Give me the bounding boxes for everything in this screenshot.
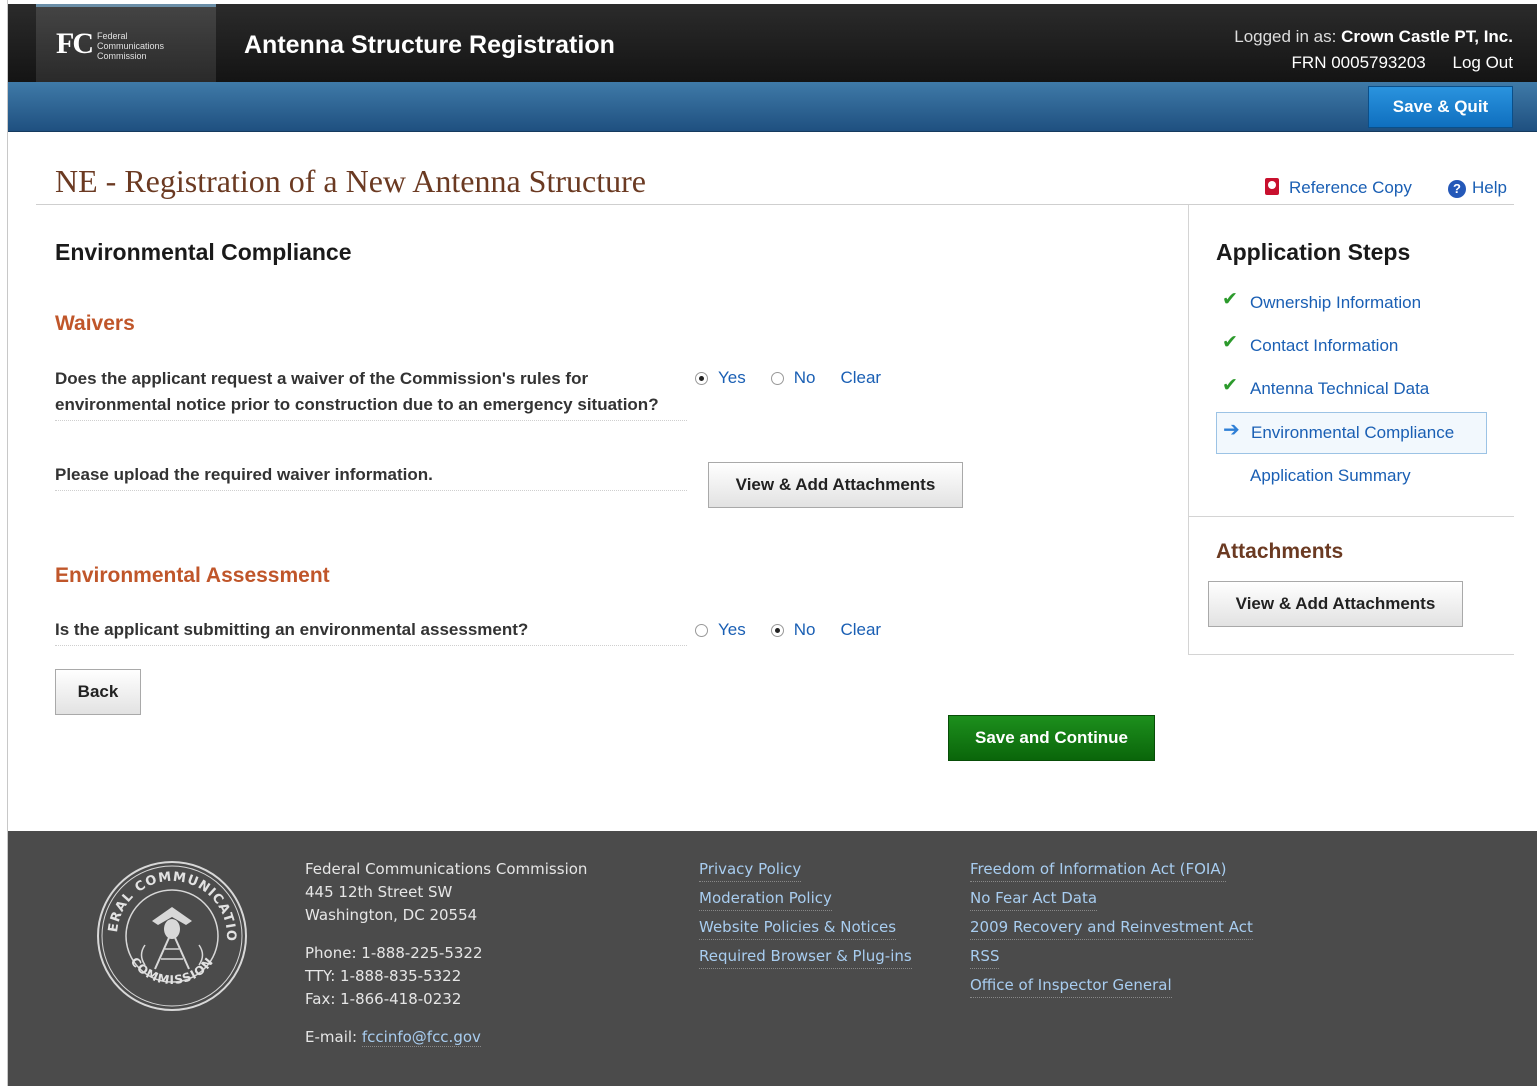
- fcc-logo-text: Federal Communications Commission: [97, 31, 164, 61]
- assessment-clear-link[interactable]: Clear: [840, 620, 881, 640]
- waivers-heading: Waivers: [55, 312, 135, 335]
- frn-number: FRN 0005793203: [1291, 53, 1426, 72]
- fcc-logo[interactable]: FC Federal Communications Commission: [36, 4, 216, 82]
- waiver-yes-radio[interactable]: [695, 371, 708, 385]
- step-environmental-compliance[interactable]: Environmental Compliance: [1216, 410, 1487, 454]
- footer-link-website-policies[interactable]: Website Policies & Notices: [699, 916, 897, 940]
- footer-city: Washington, DC 20554: [305, 906, 478, 924]
- check-icon: [1222, 366, 1246, 406]
- assessment-yes-label[interactable]: Yes: [718, 620, 746, 640]
- site-footer: FEDERAL COMMUNICATIONS COMMISSION Federa…: [8, 831, 1537, 1086]
- step-label: Application Summary: [1250, 466, 1411, 485]
- waiver-upload-prompt: Please upload the required waiver inform…: [55, 462, 687, 491]
- logo-line: Federal: [97, 31, 128, 41]
- fcc-seal-icon: FEDERAL COMMUNICATIONS COMMISSION: [95, 859, 247, 1011]
- footer-links-policies: Privacy Policy Moderation Policy Website…: [699, 858, 914, 974]
- assessment-no-radio[interactable]: [770, 623, 784, 637]
- reference-copy-label: Reference Copy: [1289, 178, 1412, 197]
- application-steps-title: Application Steps: [1216, 239, 1411, 265]
- toolbar: Save & Quit: [8, 82, 1537, 132]
- logged-in-status: Logged in as: Crown Castle PT, Inc.: [1234, 27, 1513, 47]
- step-contact-information[interactable]: Contact Information: [1216, 323, 1487, 368]
- save-and-continue-button[interactable]: Save and Continue: [948, 715, 1155, 761]
- footer-link-foia[interactable]: Freedom of Information Act (FOIA): [970, 858, 1227, 882]
- sidebar-divider: [1188, 516, 1514, 517]
- footer-phone: Phone: 1-888-225-5322: [305, 944, 483, 962]
- assessment-no-label[interactable]: No: [794, 620, 816, 640]
- help-link[interactable]: ? Help: [1448, 178, 1507, 198]
- waiver-question: Does the applicant request a waiver of t…: [55, 366, 687, 421]
- footer-link-moderation-policy[interactable]: Moderation Policy: [699, 887, 832, 911]
- footer-link-privacy-policy[interactable]: Privacy Policy: [699, 858, 802, 882]
- page-left-border: [0, 0, 8, 1086]
- save-quit-button[interactable]: Save & Quit: [1368, 86, 1513, 128]
- attachments-title: Attachments: [1216, 540, 1344, 563]
- page-title: NE - Registration of a New Antenna Struc…: [55, 163, 646, 199]
- footer-gap: [305, 1011, 587, 1026]
- footer-tty: TTY: 1-888-835-5322: [305, 967, 462, 985]
- footer-email-link[interactable]: fccinfo@fcc.gov: [361, 1028, 481, 1047]
- footer-gap: [305, 927, 587, 942]
- help-label: Help: [1472, 178, 1507, 197]
- check-icon: [1222, 323, 1246, 363]
- fcc-logo-mark: FC: [56, 27, 94, 60]
- footer-link-rss[interactable]: RSS: [970, 945, 1000, 969]
- step-application-summary[interactable]: Application Summary: [1216, 456, 1487, 498]
- footer-link-recovery-act[interactable]: 2009 Recovery and Reinvestment Act: [970, 916, 1253, 940]
- footer-link-no-fear-act[interactable]: No Fear Act Data: [970, 887, 1098, 911]
- footer-address: Federal Communications Commission 445 12…: [305, 858, 587, 1049]
- assessment-question: Is the applicant submitting an environme…: [55, 617, 687, 646]
- footer-fax: Fax: 1-866-418-0232: [305, 990, 462, 1008]
- waiver-no-label[interactable]: No: [794, 368, 816, 388]
- back-button[interactable]: Back: [55, 669, 141, 715]
- step-ownership-information[interactable]: Ownership Information: [1216, 280, 1487, 325]
- logout-link[interactable]: Log Out: [1453, 53, 1514, 72]
- site-header: FC Federal Communications Commission Ant…: [8, 4, 1537, 82]
- step-antenna-technical-data[interactable]: Antenna Technical Data: [1216, 366, 1487, 411]
- help-icon: ?: [1448, 180, 1466, 198]
- step-label: Antenna Technical Data: [1250, 379, 1430, 398]
- logged-in-label: Logged in as:: [1234, 27, 1337, 46]
- sidebar-attachments-button[interactable]: View & Add Attachments: [1208, 581, 1463, 627]
- user-name: Crown Castle PT, Inc.: [1341, 27, 1513, 46]
- footer-street: 445 12th Street SW: [305, 883, 453, 901]
- step-label: Ownership Information: [1250, 293, 1422, 312]
- waiver-attachments-button[interactable]: View & Add Attachments: [708, 462, 963, 508]
- frn-line: FRN 0005793203 Log Out: [1292, 53, 1513, 73]
- check-icon: [1222, 280, 1246, 320]
- logo-line: Commission: [97, 51, 147, 61]
- environmental-assessment-heading: Environmental Assessment: [55, 564, 330, 587]
- step-label: Contact Information: [1250, 336, 1399, 355]
- waiver-clear-link[interactable]: Clear: [840, 368, 881, 388]
- footer-links-government: Freedom of Information Act (FOIA) No Fea…: [970, 858, 1290, 1003]
- app-title: Antenna Structure Registration: [244, 31, 615, 59]
- reference-copy-link[interactable]: Reference Copy: [1265, 178, 1412, 198]
- waiver-radio-group: Yes No Clear: [695, 368, 881, 388]
- step-label: Environmental Compliance: [1251, 423, 1455, 442]
- arrow-right-icon: [1223, 410, 1247, 450]
- pdf-icon: [1265, 178, 1279, 195]
- section-title: Environmental Compliance: [55, 239, 352, 265]
- footer-email-row: E-mail: fccinfo@fcc.gov: [305, 1026, 587, 1049]
- assessment-yes-radio[interactable]: [695, 623, 708, 637]
- footer-link-required-browser[interactable]: Required Browser & Plug-ins: [699, 945, 912, 969]
- waiver-yes-label[interactable]: Yes: [718, 368, 746, 388]
- footer-link-inspector-general[interactable]: Office of Inspector General: [970, 974, 1172, 998]
- footer-org: Federal Communications Commission: [305, 860, 588, 878]
- browser-page: FC Federal Communications Commission Ant…: [0, 0, 1537, 1086]
- logo-line: Communications: [97, 41, 165, 51]
- footer-email-label: E-mail:: [305, 1028, 358, 1046]
- assessment-radio-group: Yes No Clear: [695, 620, 881, 640]
- waiver-no-radio[interactable]: [770, 371, 784, 385]
